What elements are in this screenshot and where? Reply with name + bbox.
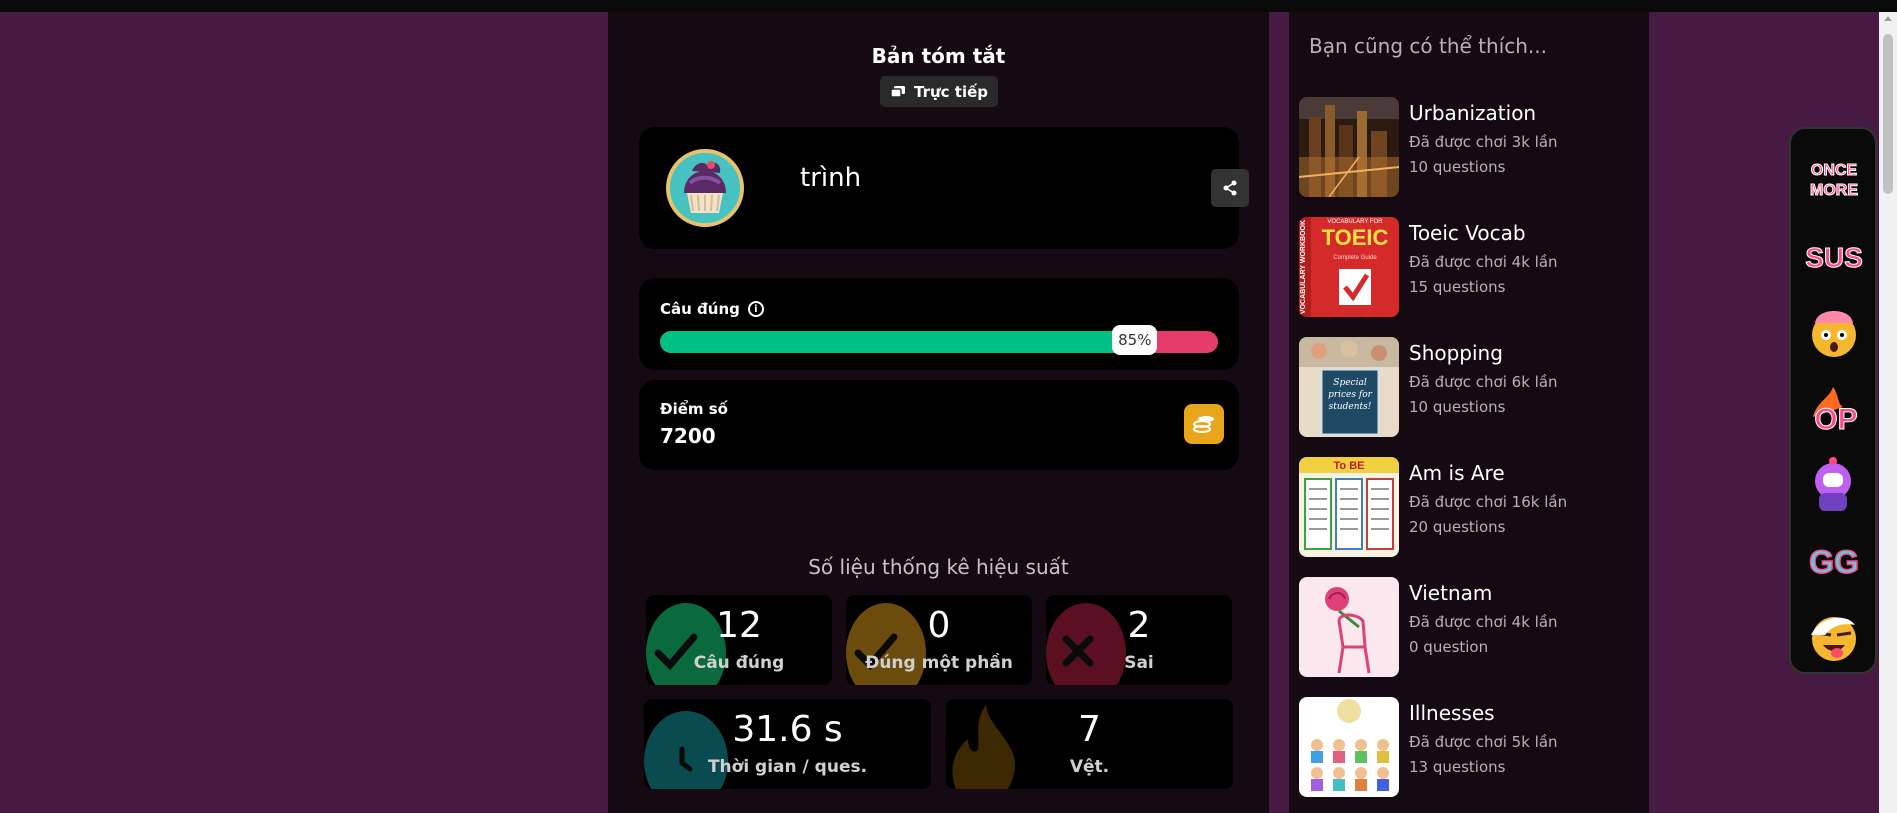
rec-questions: 10 questions [1409, 158, 1506, 176]
summary-title: Bản tóm tắt [871, 44, 1006, 68]
recommendations-panel: Bạn cũng có thể thích... Urbanization Đã… [1289, 12, 1649, 813]
once-more-sticker-icon[interactable]: ONCE MORE [1803, 149, 1865, 211]
coins-icon [1193, 416, 1214, 433]
score-value: 7200 [660, 424, 716, 448]
player-card: trình [639, 127, 1249, 249]
coins-button[interactable] [1184, 404, 1224, 444]
urbanization-thumbnail [1299, 97, 1399, 197]
toeic-thumbnail: VOCABULARY WORKBOOK VOCABULARY FOR TOEIC… [1299, 217, 1399, 317]
vietnam-thumbnail [1299, 577, 1399, 677]
rec-item-illnesses[interactable]: Illnesses Đã được chơi 5k lần 13 questio… [1299, 697, 1639, 797]
score-label: Điểm số [660, 400, 728, 418]
browser-top-strip [0, 0, 1897, 12]
gg-sticker-icon[interactable]: GG [1803, 529, 1865, 591]
mind-blown-sticker-icon[interactable] [1803, 301, 1865, 363]
avatar [666, 149, 744, 227]
accuracy-card: Câu đúng i [639, 278, 1239, 370]
toeic-sub-text: Complete Guide [1333, 255, 1377, 261]
rec-plays: Đã được chơi 16k lần [1409, 493, 1568, 511]
stat-streak: 7 Vệt. [946, 699, 1233, 789]
stat-time-value: 31.6 s [732, 709, 843, 750]
stat-correct: 12 Câu đúng [646, 595, 832, 685]
scroll-up-icon[interactable] [1884, 16, 1892, 21]
summary-panel: Bản tóm tắt Trực tiếp trình Câu đúng i 8… [608, 12, 1269, 813]
rec-questions: 13 questions [1409, 758, 1506, 776]
svg-text:MORE: MORE [1810, 182, 1858, 199]
score-card: Điểm số 7200 [639, 380, 1239, 470]
fist-rose-image [1299, 577, 1399, 677]
stat-wrong: 2 Sai [1046, 595, 1232, 685]
page-scrollbar[interactable] [1879, 12, 1897, 813]
live-button[interactable]: Trực tiếp [880, 76, 998, 107]
rec-questions: 20 questions [1409, 518, 1506, 536]
toeic-spine-text: VOCABULARY WORKBOOK [1300, 220, 1307, 314]
share-icon [1223, 180, 1237, 196]
stat-partial-value: 0 [927, 605, 951, 646]
rec-item-urbanization[interactable]: Urbanization Đã được chơi 3k lần 10 ques… [1299, 97, 1639, 197]
live-button-label: Trực tiếp [914, 82, 988, 101]
grammar-chart-image: To BE [1299, 457, 1399, 557]
stat-wrong-value: 2 [1127, 605, 1151, 646]
rec-plays: Đã được chơi 6k lần [1409, 373, 1558, 391]
stat-wrong-label: Sai [1124, 653, 1154, 673]
toeic-title-text: TOEIC [1322, 225, 1389, 250]
accuracy-label: Câu đúng [660, 300, 740, 318]
performance-title: Số liệu thống kê hiệu suất [808, 555, 1069, 579]
rec-plays: Đã được chơi 4k lần [1409, 253, 1558, 271]
rec-item-am-is-are[interactable]: To BE Am is Are Đã được chơi 16k lần 20 … [1299, 457, 1639, 557]
rec-name: Toeic Vocab [1409, 221, 1526, 245]
svg-text:GG: GG [1809, 544, 1859, 580]
reaction-panel: ONCE MORE SUS OP GG [1789, 127, 1877, 674]
astronaut-sticker-icon[interactable] [1803, 453, 1865, 515]
stat-time: 31.6 s Thời gian / ques. [644, 699, 931, 789]
accuracy-bar-fill [660, 331, 1135, 353]
sus-sticker-icon[interactable]: SUS [1803, 225, 1865, 287]
rec-questions: 15 questions [1409, 278, 1506, 296]
stat-streak-value: 7 [1078, 709, 1101, 750]
accuracy-percent-badge: 85% [1112, 325, 1158, 355]
rec-name: Urbanization [1409, 101, 1537, 125]
am-is-are-thumbnail: To BE [1299, 457, 1399, 557]
svg-text:SUS: SUS [1805, 242, 1863, 273]
shopping-sign-text: Special prices for students! [1328, 378, 1372, 412]
rec-item-vietnam[interactable]: Vietnam Đã được chơi 4k lần 0 question [1299, 577, 1639, 677]
rec-questions: 10 questions [1409, 398, 1506, 416]
sick-people-image [1299, 697, 1399, 797]
svg-text:OP: OP [1814, 403, 1857, 436]
city-skyline-image [1299, 97, 1399, 197]
rec-name: Vietnam [1409, 581, 1493, 605]
rec-item-toeic-vocab[interactable]: VOCABULARY WORKBOOK VOCABULARY FOR TOEIC… [1299, 217, 1639, 317]
scrollbar-thumb[interactable] [1883, 34, 1893, 194]
toeic-book-cover-image: VOCABULARY WORKBOOK VOCABULARY FOR TOEIC… [1299, 217, 1399, 317]
amisare-header-text: To BE [1334, 460, 1365, 472]
recommendations-title: Bạn cũng có thể thích... [1309, 34, 1547, 58]
svg-text:ONCE: ONCE [1811, 162, 1858, 179]
accuracy-label-row: Câu đúng i [660, 300, 764, 318]
tongue-out-sticker-icon[interactable] [1803, 605, 1865, 667]
info-icon[interactable]: i [747, 301, 764, 317]
stat-time-label: Thời gian / ques. [707, 757, 868, 777]
cupcake-avatar-icon [670, 153, 740, 223]
rec-name: Am is Are [1409, 461, 1505, 485]
rec-plays: Đã được chơi 4k lần [1409, 613, 1558, 631]
rec-item-shopping[interactable]: Special prices for students! Shopping Đã… [1299, 337, 1639, 437]
stat-correct-value: 12 [716, 605, 762, 646]
stat-streak-label: Vệt. [1069, 757, 1110, 777]
rec-questions: 0 question [1409, 638, 1489, 656]
rec-name: Shopping [1409, 341, 1503, 365]
stat-correct-label: Câu đúng [693, 653, 785, 673]
op-sticker-icon[interactable]: OP [1803, 377, 1865, 439]
rec-name: Illnesses [1409, 701, 1495, 725]
rec-plays: Đã được chơi 5k lần [1409, 733, 1558, 751]
illnesses-thumbnail [1299, 697, 1399, 797]
stat-partial-label: Đúng một phần [865, 653, 1013, 673]
player-name: trình [800, 163, 862, 193]
shop-sign-image: Special prices for students! [1299, 337, 1399, 437]
share-button[interactable] [1211, 169, 1249, 207]
stat-partial: 0 Đúng một phần [846, 595, 1032, 685]
shopping-thumbnail: Special prices for students! [1299, 337, 1399, 437]
live-icon [890, 85, 905, 98]
rec-plays: Đã được chơi 3k lần [1409, 133, 1558, 151]
